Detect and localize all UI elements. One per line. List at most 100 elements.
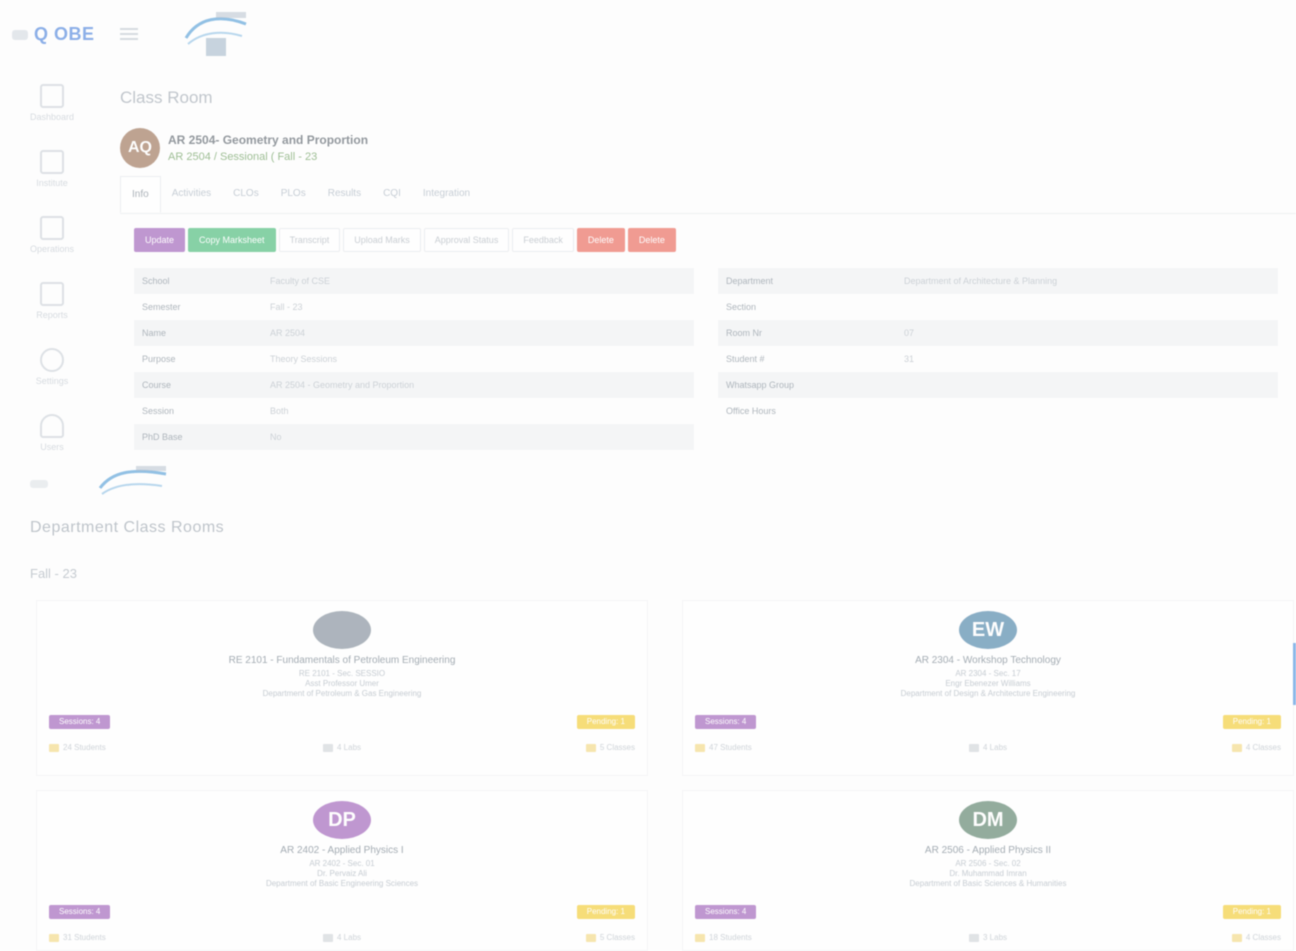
- card-teacher: Asst Professor Umer: [305, 679, 379, 688]
- tab-cqi[interactable]: CQI: [372, 176, 412, 213]
- classroom-card[interactable]: RE 2101 - Fundamentals of Petroleum Engi…: [36, 600, 648, 776]
- university-logo-small: [98, 466, 167, 495]
- table-row: School Faculty of CSE: [134, 268, 694, 294]
- info-table-right: Department Department of Architecture & P…: [718, 268, 1278, 424]
- stat-label: 4 Labs: [983, 743, 1008, 752]
- menu-toggle-icon[interactable]: [120, 28, 138, 40]
- avatar: [313, 611, 371, 649]
- brand-mark-icon: [30, 480, 48, 488]
- status-badge: Sessions: 4: [695, 715, 757, 729]
- card-teacher: Engr Ebenezer Williams: [945, 679, 1031, 688]
- row-value: Faculty of CSE: [270, 276, 331, 286]
- row-value: Fall - 23: [270, 302, 303, 312]
- row-key: Course: [142, 380, 172, 390]
- classroom-card[interactable]: DP AR 2402 - Applied Physics I AR 2402 -…: [36, 790, 648, 951]
- lab-icon: [969, 933, 979, 942]
- labs-stat: 4 Labs: [323, 933, 361, 942]
- stat-label: 4 Labs: [337, 933, 362, 942]
- table-row: Whatsapp Group: [718, 372, 1278, 398]
- copy-marksheet-button[interactable]: Copy Marksheet: [188, 228, 276, 252]
- stat-label: 4 Classes: [1245, 933, 1281, 942]
- approval-status-button[interactable]: Approval Status: [423, 228, 510, 252]
- classes-stat: 5 Classes: [585, 743, 635, 752]
- status-badge: Pending: 1: [576, 715, 635, 729]
- table-row: Room Nr 07: [718, 320, 1278, 346]
- avatar: AQ: [120, 128, 160, 168]
- row-value: Department of Architecture & Planning: [904, 276, 1058, 286]
- tab-info[interactable]: Info: [120, 176, 161, 213]
- list-icon: [40, 216, 64, 240]
- feedback-button[interactable]: Feedback: [512, 228, 574, 252]
- row-key: Student #: [726, 354, 765, 364]
- term-label: Fall - 23: [30, 566, 77, 581]
- row-key: Purpose: [142, 354, 176, 364]
- report-icon: [40, 282, 64, 306]
- class-icon: [1231, 933, 1242, 942]
- sidebar-item-settings[interactable]: Settings: [14, 340, 90, 400]
- tab-bar: Info Activities CLOs PLOs Results CQI In…: [120, 176, 1296, 214]
- card-title: AR 2402 - Applied Physics I: [280, 845, 404, 856]
- sidebar-item-label: Dashboard: [29, 112, 75, 122]
- card-title: RE 2101 - Fundamentals of Petroleum Engi…: [228, 655, 456, 666]
- labs-stat: 3 Labs: [969, 933, 1007, 942]
- building-icon: [40, 150, 64, 174]
- row-value: Theory Sessions: [270, 354, 338, 364]
- classes-stat: 5 Classes: [585, 933, 635, 942]
- brand[interactable]: Q OBE: [12, 24, 95, 45]
- status-badge: Pending: 1: [576, 905, 635, 919]
- user-icon: [40, 414, 64, 438]
- sidebar-item-operations[interactable]: Operations: [14, 208, 90, 268]
- stat-label: 5 Classes: [599, 743, 635, 752]
- lab-icon: [323, 743, 333, 752]
- row-value: AR 2504: [270, 328, 306, 338]
- sidebar-item-institute[interactable]: Institute: [14, 142, 90, 202]
- sidebar-item-reports[interactable]: Reports: [14, 274, 90, 334]
- brand-mark-icon: [12, 29, 28, 40]
- university-logo: [184, 12, 247, 56]
- card-teacher: Dr. Pervaiz Ali: [317, 869, 367, 878]
- card-code: AR 2402 - Sec. 01: [309, 859, 375, 868]
- sidebar-item-users[interactable]: Users: [14, 406, 90, 466]
- section-title: Department Class Rooms: [30, 519, 225, 536]
- card-teacher: Dr. Muhammad Imran: [949, 869, 1027, 878]
- students-stat: 47 Students: [695, 743, 752, 752]
- sidebar-item-dashboard[interactable]: Dashboard: [14, 76, 90, 136]
- stat-label: 4 Classes: [1245, 743, 1281, 752]
- tab-clos[interactable]: CLOs: [222, 176, 270, 213]
- row-key: Whatsapp Group: [726, 380, 795, 390]
- card-title: AR 2506 - Applied Physics II: [924, 845, 1052, 856]
- row-key: Room Nr: [726, 328, 763, 338]
- card-department: Department of Basic Sciences & Humanitie…: [909, 879, 1067, 888]
- course-subtitle: AR 2504 / Sessional ( Fall - 23: [168, 151, 318, 163]
- status-badge: Sessions: 4: [695, 905, 757, 919]
- transcript-button[interactable]: Transcript: [278, 228, 341, 252]
- tab-integration[interactable]: Integration: [412, 176, 481, 213]
- card-code: AR 2506 - Sec. 02: [955, 859, 1021, 868]
- stat-label: 47 Students: [709, 743, 752, 752]
- table-row: Student # 31: [718, 346, 1278, 372]
- classroom-card[interactable]: EW AR 2304 - Workshop Technology AR 2304…: [682, 600, 1294, 776]
- tab-activities[interactable]: Activities: [161, 176, 222, 213]
- stat-label: 5 Classes: [599, 933, 635, 942]
- sidebar-item-label: Reports: [36, 310, 68, 320]
- delete-button-2[interactable]: Delete: [627, 228, 676, 252]
- row-value: Both: [270, 406, 289, 416]
- stat-label: 18 Students: [709, 933, 752, 942]
- sidebar: Dashboard Institute Operations Reports S…: [0, 70, 102, 470]
- tab-results[interactable]: Results: [317, 176, 372, 213]
- upload-marks-button[interactable]: Upload Marks: [343, 228, 421, 252]
- row-key: Department: [726, 276, 774, 286]
- course-header: AQ AR 2504- Geometry and Proportion AR 2…: [120, 128, 368, 168]
- class-icon: [585, 933, 596, 942]
- card-department: Department of Basic Engineering Sciences: [265, 879, 419, 888]
- stat-label: 3 Labs: [983, 933, 1008, 942]
- sidebar-item-label: Users: [40, 442, 64, 452]
- sidebar-item-label: Settings: [35, 376, 69, 386]
- labs-stat: 4 Labs: [323, 743, 361, 752]
- table-row: Course AR 2504 - Geometry and Proportion: [134, 372, 694, 398]
- delete-button[interactable]: Delete: [576, 228, 625, 252]
- card-department: Department of Design & Architecture Engi…: [900, 689, 1076, 698]
- update-button[interactable]: Update: [134, 228, 186, 252]
- tab-plos[interactable]: PLOs: [270, 176, 317, 213]
- classroom-card[interactable]: DM AR 2506 - Applied Physics II AR 2506 …: [682, 790, 1294, 951]
